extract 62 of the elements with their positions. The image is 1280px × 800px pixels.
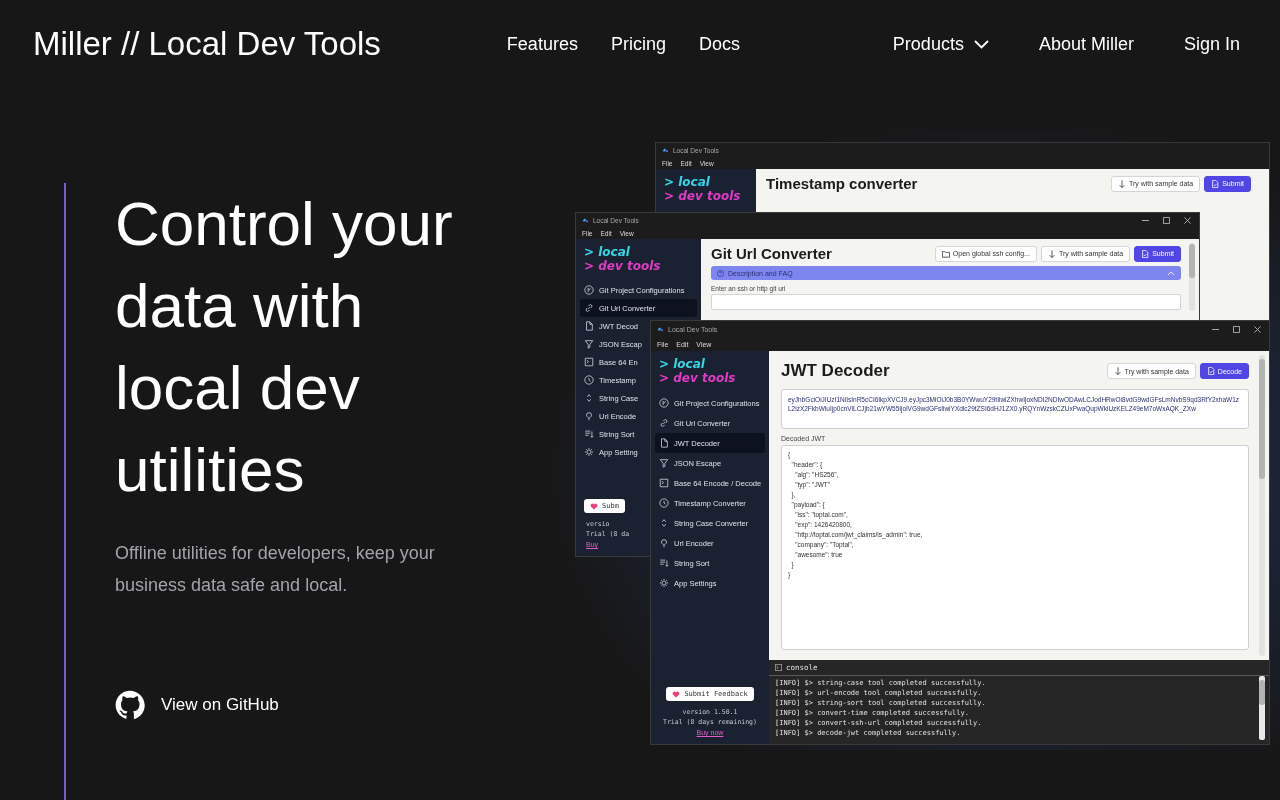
question-icon	[717, 269, 724, 277]
document-icon	[1141, 249, 1150, 258]
document-icon	[584, 321, 594, 331]
hero-subtitle: Offline utilities for developers, keep your business data safe and local.	[115, 542, 436, 597]
nav-link[interactable]: Features	[506, 33, 578, 55]
chain-link-icon	[659, 418, 669, 428]
app-logo-icon	[657, 325, 664, 333]
folder-icon	[941, 249, 950, 258]
nav-dropdown[interactable]: Products	[892, 33, 989, 55]
sort-list-icon	[659, 558, 669, 568]
terminal-icon	[775, 664, 782, 671]
gear-icon	[584, 447, 594, 457]
close-icon[interactable]	[1184, 216, 1191, 224]
up-down-arrows-icon	[584, 393, 594, 403]
app-logo-icon	[662, 146, 669, 154]
maximize-icon[interactable]	[1163, 216, 1170, 224]
down-arrow-icon	[1113, 367, 1122, 375]
up-down-arrows-icon	[659, 518, 669, 528]
funnel-icon	[584, 339, 594, 349]
input-field[interactable]	[711, 294, 1181, 310]
clock-icon	[584, 375, 594, 385]
nav-link[interactable]: Pricing	[610, 33, 666, 55]
page-heading: Timestamp converter	[766, 175, 918, 192]
heart-icon	[590, 502, 598, 510]
down-arrow-icon	[1047, 249, 1056, 258]
chevron-up-icon	[1167, 270, 1175, 276]
document-icon	[1211, 179, 1220, 188]
nav-link[interactable]: About Miller	[1038, 33, 1134, 55]
logo-text: > local	[659, 357, 705, 371]
terminal-window-icon	[659, 478, 669, 488]
scrollbar[interactable]	[1189, 243, 1195, 311]
down-arrow-icon	[1117, 179, 1126, 188]
clock-icon	[659, 498, 669, 508]
pin-icon	[584, 411, 594, 421]
logo-text: > dev tools	[664, 189, 741, 203]
app-logo-icon	[582, 216, 589, 224]
gear-icon	[659, 578, 669, 588]
nav-link[interactable]: Docs	[698, 33, 740, 55]
document-icon	[659, 438, 669, 448]
maximize-icon[interactable]	[1233, 325, 1240, 333]
pin-icon	[659, 538, 669, 548]
chevron-down-icon	[973, 39, 989, 49]
document-icon	[1206, 367, 1215, 375]
sort-list-icon	[584, 429, 594, 439]
scrollbar[interactable]	[1259, 355, 1265, 656]
logo-text: > dev tools	[584, 259, 661, 273]
nav-link[interactable]: Sign In	[1183, 33, 1240, 55]
github-link[interactable]: View on GitHub	[115, 690, 279, 720]
funnel-icon	[659, 458, 669, 468]
brand-name[interactable]: Miller // Local Dev Tools	[33, 25, 381, 63]
cat-silhouette-icon	[115, 690, 145, 720]
close-icon[interactable]	[1254, 325, 1261, 333]
logo-text: > dev tools	[659, 371, 736, 385]
chain-link-icon	[584, 303, 594, 313]
page-heading: JWT Decoder	[781, 361, 890, 381]
logo-text: > local	[664, 175, 710, 189]
page-heading: Git Url Converter	[711, 245, 832, 262]
heart-icon	[672, 690, 681, 698]
scrollbar[interactable]	[1259, 676, 1265, 740]
terminal-window-icon	[584, 357, 594, 367]
logo-text: > local	[584, 245, 630, 259]
hero-heading: Control your data with local dev utilities	[115, 188, 454, 506]
